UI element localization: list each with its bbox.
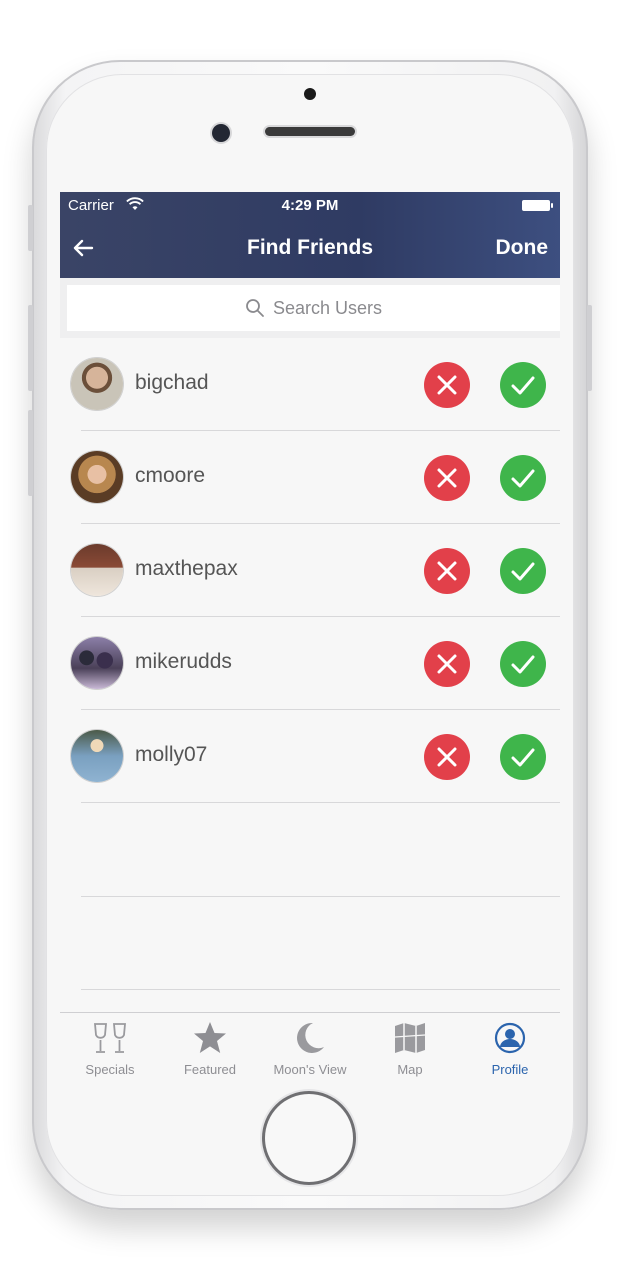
checkmark-icon xyxy=(511,655,535,674)
checkmark-icon xyxy=(511,376,535,395)
battery-icon xyxy=(522,200,553,211)
tab-featured[interactable]: Featured xyxy=(160,1013,260,1078)
reject-button[interactable] xyxy=(424,641,470,687)
status-bar: Carrier 4:29 PM xyxy=(60,192,560,220)
reject-button[interactable] xyxy=(424,362,470,408)
avatar[interactable] xyxy=(71,730,123,782)
app-screen: Carrier 4:29 PM Find Friends Done Search… xyxy=(60,192,560,1078)
checkmark-icon xyxy=(511,748,535,767)
avatar[interactable] xyxy=(71,637,123,689)
power-button xyxy=(587,305,592,391)
tab-label: Moon's View xyxy=(273,1062,347,1077)
earpiece-speaker xyxy=(265,127,355,136)
tab-bar: Specials Featured Moon's View Map Profil… xyxy=(60,1012,560,1078)
accept-button[interactable] xyxy=(500,455,546,501)
home-button[interactable] xyxy=(265,1094,353,1182)
username[interactable]: bigchad xyxy=(135,371,209,395)
accept-button[interactable] xyxy=(500,362,546,408)
page-title: Find Friends xyxy=(247,236,373,259)
tab-label: Specials xyxy=(85,1062,135,1077)
moon-icon xyxy=(297,1022,324,1053)
username[interactable]: mikerudds xyxy=(135,650,232,674)
proximity-sensor xyxy=(304,88,316,100)
accept-button[interactable] xyxy=(500,548,546,594)
close-icon xyxy=(437,747,457,767)
list-item: maxthepax xyxy=(60,524,560,617)
avatar[interactable] xyxy=(71,358,123,410)
mute-switch xyxy=(28,205,33,251)
reject-button[interactable] xyxy=(424,734,470,780)
tab-label: Featured xyxy=(183,1062,237,1077)
tab-specials[interactable]: Specials xyxy=(60,1013,160,1078)
tab-moons-view[interactable]: Moon's View xyxy=(260,1013,360,1078)
close-icon xyxy=(437,468,457,488)
reject-button[interactable] xyxy=(424,455,470,501)
star-icon xyxy=(194,1022,226,1053)
tab-map[interactable]: Map xyxy=(360,1013,460,1078)
list-item: cmoore xyxy=(60,431,560,524)
close-icon xyxy=(437,654,457,674)
checkmark-icon xyxy=(511,469,535,488)
checkmark-icon xyxy=(511,562,535,581)
avatar[interactable] xyxy=(71,451,123,503)
close-icon xyxy=(437,375,457,395)
row-divider xyxy=(81,802,560,803)
tab-label: Profile xyxy=(491,1062,529,1077)
empty-row-divider xyxy=(81,989,560,990)
tab-profile[interactable]: Profile xyxy=(460,1013,560,1078)
tab-label: Map xyxy=(397,1062,423,1077)
list-item: bigchad xyxy=(60,338,560,431)
accept-button[interactable] xyxy=(500,734,546,780)
close-icon xyxy=(437,561,457,581)
front-camera xyxy=(212,124,230,142)
accept-button[interactable] xyxy=(500,641,546,687)
search-bar: Search Users xyxy=(60,278,560,338)
profile-icon xyxy=(494,1022,526,1054)
clock: 4:29 PM xyxy=(281,197,339,214)
volume-down-button xyxy=(28,410,33,496)
username[interactable]: maxthepax xyxy=(135,557,238,581)
empty-row-divider xyxy=(81,896,560,897)
search-placeholder: Search Users xyxy=(272,297,383,318)
username[interactable]: cmoore xyxy=(135,464,205,488)
username[interactable]: molly07 xyxy=(135,743,207,767)
list-item: molly07 xyxy=(60,710,560,803)
reject-button[interactable] xyxy=(424,548,470,594)
done-button[interactable]: Done xyxy=(496,236,549,260)
volume-up-button xyxy=(28,305,33,391)
wine-glasses-icon xyxy=(94,1023,126,1053)
navigation-bar: Find Friends Done xyxy=(60,220,560,278)
search-icon xyxy=(246,299,264,317)
list-item: mikerudds xyxy=(60,617,560,710)
search-input[interactable]: Search Users xyxy=(67,285,560,331)
map-icon xyxy=(394,1023,426,1053)
avatar[interactable] xyxy=(71,544,123,596)
